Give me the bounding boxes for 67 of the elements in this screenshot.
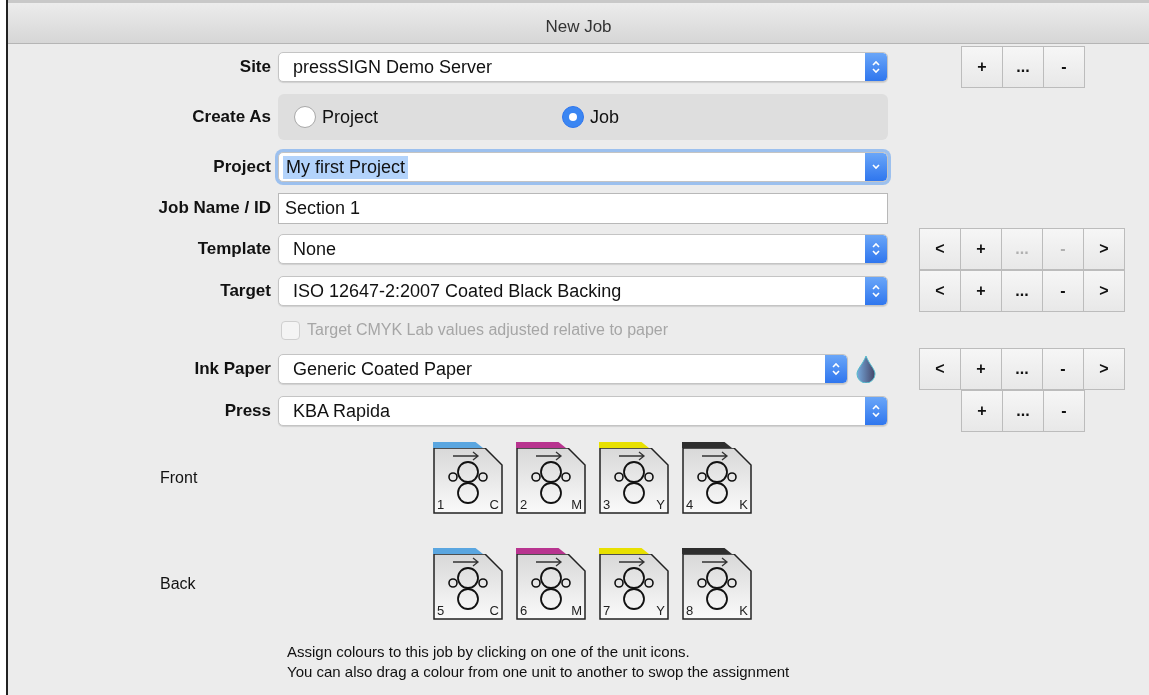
press-unit-icon [516, 554, 586, 620]
toolbar-button[interactable]: + [961, 390, 1003, 432]
press-unit-icon [516, 448, 586, 514]
field-label: Project [213, 157, 272, 177]
field-label: Ink Paper [194, 359, 272, 379]
toolbar-button[interactable]: > [1083, 348, 1125, 390]
toolbar-button[interactable]: - [1042, 348, 1084, 390]
side-label: Back [159, 575, 197, 593]
window-title: New Job [545, 17, 612, 37]
press-unit-button[interactable]: 2 M [516, 442, 586, 514]
press-unit-icon [682, 448, 752, 514]
toolbar-button[interactable]: + [960, 270, 1002, 312]
toolbar-button[interactable]: < [919, 348, 961, 390]
radio-button[interactable] [562, 106, 584, 128]
side-label: Front [159, 469, 199, 487]
ink-drop-icon[interactable] [856, 355, 876, 383]
popup-menu[interactable]: pressSIGN Demo Server [278, 52, 888, 82]
popup-menu[interactable]: KBA Rapida [278, 396, 888, 426]
press-unit-icon [599, 448, 669, 514]
press-unit-button[interactable]: 7 Y [599, 548, 669, 620]
radio-label: Project [322, 106, 379, 128]
checkbox-label: Target CMYK Lab values adjusted relative to paper [307, 321, 669, 339]
stepper-arrows-icon [871, 403, 881, 419]
toolbar-button[interactable]: > [1083, 270, 1125, 312]
stepper-arrows-icon [831, 361, 841, 377]
field-label: Template [197, 239, 272, 259]
press-unit-icon [433, 448, 503, 514]
field-label: Site [239, 57, 272, 77]
toolbar-button[interactable]: > [1083, 228, 1125, 270]
press-unit-icon [433, 554, 503, 620]
toolbar-button[interactable]: < [919, 228, 961, 270]
press-unit-button[interactable]: 8 K [682, 548, 752, 620]
radio-button[interactable] [294, 106, 316, 128]
toolbar-button[interactable]: ... [1001, 270, 1043, 312]
popup-menu[interactable]: None [278, 234, 888, 264]
press-unit-icon [682, 554, 752, 620]
press-unit-button[interactable]: 5 C [433, 548, 503, 620]
press-unit-icon [599, 554, 669, 620]
combo-box[interactable]: My first Project [278, 152, 888, 182]
toolbar-button[interactable]: ... [1002, 46, 1044, 88]
press-unit-button[interactable]: 6 M [516, 548, 586, 620]
field-label: Create As [192, 107, 272, 127]
toolbar-button[interactable]: < [919, 270, 961, 312]
toolbar-button[interactable]: + [960, 228, 1002, 270]
toolbar-button[interactable]: - [1042, 270, 1084, 312]
popup-menu[interactable]: ISO 12647-2:2007 Coated Black Backing [278, 276, 888, 306]
field-label: Target [220, 281, 272, 301]
help-text: You can also drag a colour from one unit to another to swop the assignment [287, 662, 791, 682]
radio-label: Job [590, 106, 620, 128]
press-unit-button[interactable]: 4 K [682, 442, 752, 514]
toolbar-button[interactable]: ... [1002, 390, 1044, 432]
toolbar-button[interactable]: - [1043, 46, 1085, 88]
stepper-arrows-icon [871, 59, 881, 75]
chevron-down-icon [871, 163, 881, 171]
press-unit-button[interactable]: 3 Y [599, 442, 669, 514]
input-field[interactable]: Section 1 [278, 192, 888, 224]
toolbar-button[interactable]: ... [1001, 348, 1043, 390]
popup-menu[interactable]: Generic Coated Paper [278, 354, 848, 384]
toolbar-button[interactable]: + [961, 46, 1003, 88]
press-unit-button[interactable]: 1 C [433, 442, 503, 514]
field-label: Job Name / ID [158, 198, 272, 218]
stepper-arrows-icon [871, 241, 881, 257]
help-text: Assign colours to this job by clicking on one of the unit icons. [287, 642, 691, 662]
toolbar-button[interactable]: - [1043, 390, 1085, 432]
toolbar-button[interactable]: + [960, 348, 1002, 390]
field-label: Press [224, 401, 272, 421]
stepper-arrows-icon [871, 283, 881, 299]
